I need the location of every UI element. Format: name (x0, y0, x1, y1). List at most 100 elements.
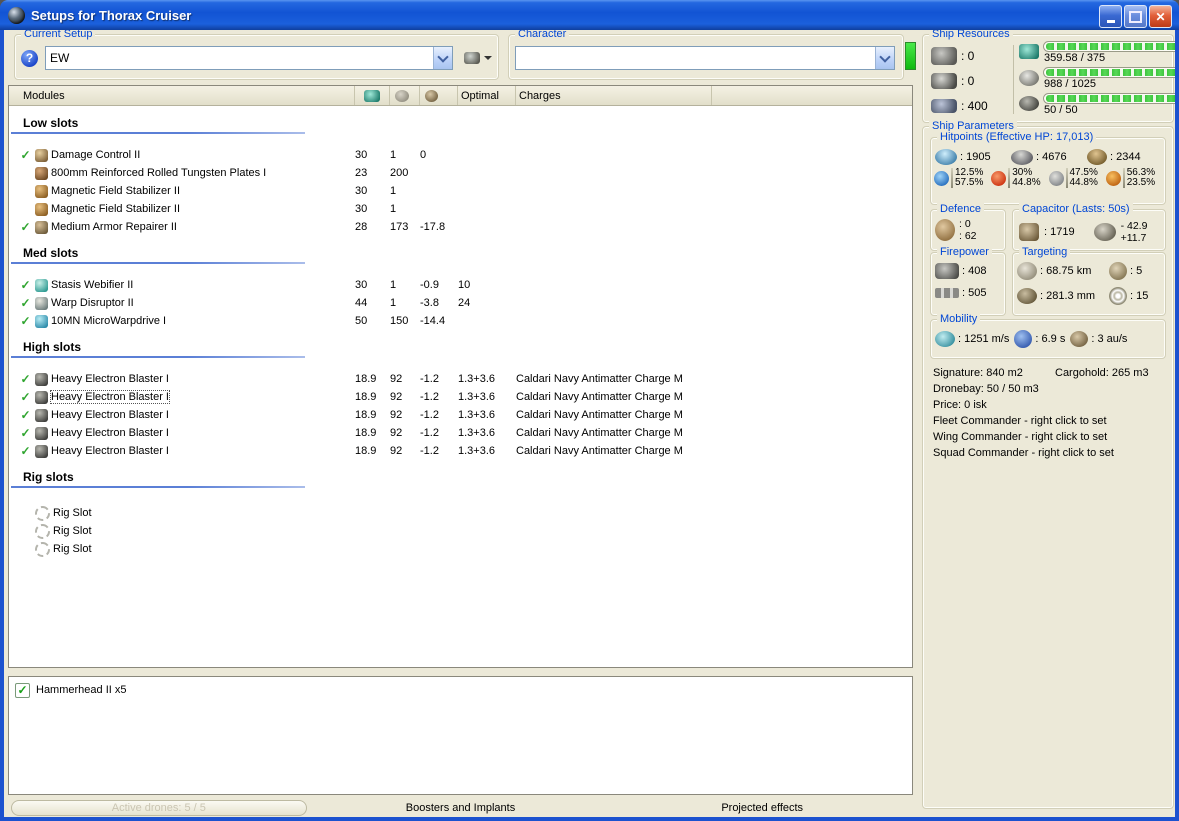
thermal-resist-icon (991, 170, 1007, 186)
rig-slot-row[interactable]: Rig Slot (9, 522, 912, 540)
current-setup-select[interactable]: EW (45, 46, 453, 70)
max-targets-value: : 5 (1130, 265, 1143, 277)
rig-slot-label: Rig Slot (53, 525, 92, 537)
check-icon: ✓ (20, 220, 31, 234)
module-row[interactable]: ✓ Heavy Electron Blaster I 18.9 92 -1.2 1.3+… (9, 370, 912, 388)
module-row[interactable]: ✓ Heavy Electron Blaster I 18.9 92 -1.2 1.3+… (9, 424, 912, 442)
signature-value: Signature: 840 m2 (933, 367, 1023, 379)
rig-slot-row[interactable]: Rig Slot (9, 504, 912, 522)
cpu-value: 30 (355, 185, 368, 197)
minimize-icon (1106, 19, 1115, 23)
max-targets-stat: : 5 (1109, 262, 1142, 280)
boosters-implants-button[interactable]: Boosters and Implants (406, 802, 515, 814)
module-icon (35, 390, 48, 404)
thermal-resist-stat: 30% 44.8% (991, 168, 1048, 188)
cpu-resource: 359.58 / 375 (1019, 41, 1175, 66)
sensor-strength-stat: : 15 (1109, 287, 1148, 305)
repair-icon (935, 219, 955, 241)
warp-speed-value: : 3 au/s (1091, 333, 1128, 345)
tools-icon (464, 52, 480, 64)
dps-value: : 408 (962, 265, 987, 277)
current-setup-group: Current Setup ? EW (14, 30, 499, 80)
cpu-value: 18.9 (355, 391, 377, 403)
module-icon (35, 220, 48, 234)
character-status-bar (905, 42, 916, 70)
mobility-group: Mobility : 1251 m/s : 6.9 s : 3 au/s (930, 313, 1166, 359)
cap-value: -1.2 (420, 373, 439, 385)
section-title-high-slots: High slots (23, 340, 82, 354)
module-name: 10MN MicroWarpdrive I (51, 315, 167, 327)
close-button[interactable]: ✕ (1149, 5, 1172, 28)
module-name: Heavy Electron Blaster I (51, 427, 169, 439)
cap-drain-icon (1093, 223, 1116, 241)
pg-value: 200 (390, 167, 409, 179)
optimal-value: 10 (458, 279, 471, 291)
cpu-value: 30 (355, 149, 368, 161)
setup-tools-button[interactable] (460, 50, 496, 66)
module-row[interactable]: ✓ Stasis Webifier II 30 1 -0.9 10 (9, 276, 912, 294)
drone-checkbox[interactable]: ✓ (15, 682, 30, 698)
hitpoints-label: Hitpoints (Effective HP: 17,013) (937, 131, 1097, 144)
max-velocity-stat: : 1251 m/s (935, 331, 1009, 347)
cpu-value: 30 (355, 279, 368, 291)
client-area: Current Setup ? EW Character Ship Resour… (4, 30, 1175, 817)
max-targets-icon (1109, 262, 1127, 280)
structure-icon (1087, 149, 1107, 165)
active-drones-button[interactable]: Active drones: 5 / 5 (11, 800, 307, 816)
powergrid-icon (1019, 70, 1039, 86)
cap-value: -17.8 (420, 221, 446, 233)
module-row[interactable]: ✓ Damage Control II 30 1 0 (9, 146, 912, 164)
shield-icon (935, 149, 957, 165)
module-row[interactable]: Magnetic Field Stabilizer II 30 1 (9, 182, 912, 200)
squad-commander-info[interactable]: Squad Commander - right click to set (933, 445, 1167, 461)
module-row[interactable]: Magnetic Field Stabilizer II 30 1 (9, 200, 912, 218)
module-name: Heavy Electron Blaster I (51, 373, 169, 385)
cpu-value: 18.9 (355, 373, 377, 385)
projected-effects-button[interactable]: Projected effects (721, 802, 803, 814)
maximize-button[interactable] (1124, 5, 1147, 28)
module-name: Magnetic Field Stabilizer II (51, 185, 180, 197)
module-row[interactable]: ✓ Warp Disruptor II 44 1 -3.8 24 (9, 294, 912, 312)
targeting-label: Targeting (1019, 246, 1071, 259)
check-icon: ✓ (20, 296, 31, 310)
module-row[interactable]: ✓ Heavy Electron Blaster I 18.9 92 -1.2 1.3+… (9, 406, 912, 424)
cargohold-value: Cargohold: 265 m3 (1055, 367, 1149, 379)
calibration-icon (931, 98, 957, 113)
armor-hp-stat: : 4676 (1011, 149, 1087, 165)
wing-commander-info[interactable]: Wing Commander - right click to set (933, 429, 1167, 445)
modules-header: Modules Optimal Charges (9, 86, 912, 106)
module-row[interactable]: 800mm Reinforced Rolled Tungsten Plates … (9, 164, 912, 182)
sensor-strength-value: : 15 (1130, 290, 1149, 302)
pg-value: 92 (390, 373, 403, 385)
title-bar[interactable]: Setups for Thorax Cruiser ✕ (0, 0, 1179, 30)
module-name: Heavy Electron Blaster I (51, 409, 169, 421)
character-select[interactable] (515, 46, 895, 70)
module-row[interactable]: ✓ Medium Armor Repairer II 28 173 -17.8 (9, 218, 912, 236)
pg-value: 92 (390, 409, 403, 421)
ship-resources-group: Ship Resources : 0 : 0 : 400 359.58 / 37… (922, 30, 1175, 123)
pg-value: 92 (390, 445, 403, 457)
explosive-armor-resist: 23.5% (1126, 177, 1156, 188)
rig-slot-row[interactable]: Rig Slot (9, 540, 912, 558)
volley-value: : 505 (962, 287, 987, 299)
cap-value: -1.2 (420, 427, 439, 439)
pg-value: 1 (390, 149, 397, 161)
current-setup-label: Current Setup (21, 30, 96, 41)
align-time-stat: : 6.9 s (1014, 330, 1065, 348)
combo-arrow-button[interactable] (875, 47, 894, 69)
armor-icon (1011, 149, 1033, 165)
warp-speed-stat: : 3 au/s (1070, 331, 1127, 347)
modules-panel: Modules Optimal Charges Low slots ✓ Damag… (8, 85, 913, 668)
em-resist-icon (934, 170, 949, 186)
minimize-button[interactable] (1099, 5, 1122, 28)
targeting-range-stat: : 68.75 km (1017, 262, 1109, 280)
drone-list-item[interactable]: ✓ Hammerhead II x5 (15, 682, 906, 698)
help-icon[interactable]: ? (21, 49, 38, 67)
module-icon (35, 278, 48, 292)
fleet-commander-info[interactable]: Fleet Commander - right click to set (933, 413, 1167, 429)
combo-arrow-button[interactable] (433, 47, 452, 69)
module-row[interactable]: ✓ Heavy Electron Blaster I 18.9 92 -1.2 1.3+… (9, 442, 912, 460)
cpu-column-header (355, 86, 390, 105)
module-row[interactable]: ✓ 10MN MicroWarpdrive I 50 150 -14.4 (9, 312, 912, 330)
module-row-selected[interactable]: ✓ Heavy Electron Blaster I 18.9 92 -1.2 1.3+… (9, 388, 912, 406)
